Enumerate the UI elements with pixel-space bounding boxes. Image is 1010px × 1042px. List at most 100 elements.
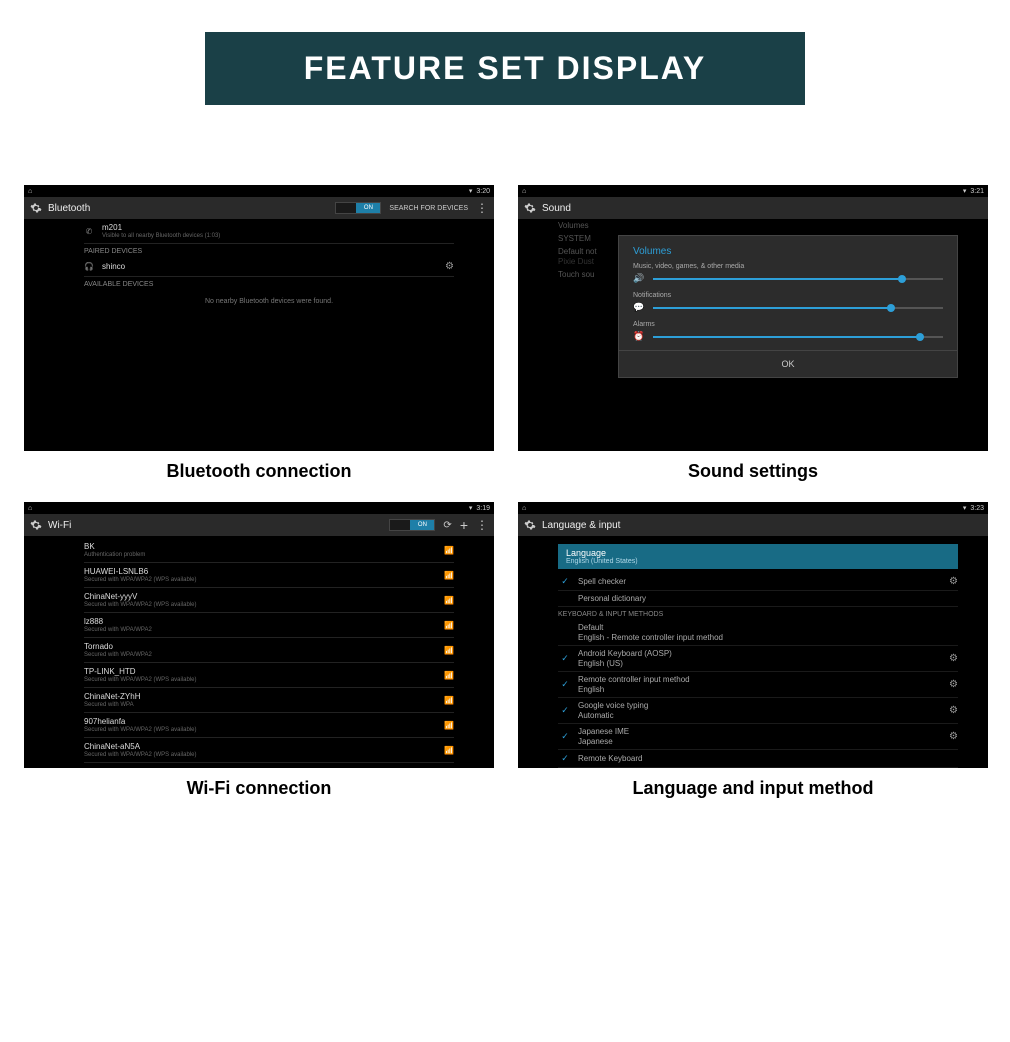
screenshot-grid: ⌂ ▾3:20 Bluetooth ON SEARCH FOR DEVICES … <box>0 105 1010 819</box>
notif-slider[interactable] <box>653 307 943 309</box>
settings-icon[interactable]: ⚙ <box>949 731 958 742</box>
caption-wifi: Wi-Fi connection <box>24 778 494 799</box>
caption-sound: Sound settings <box>518 461 988 482</box>
header-wifi: Wi-Fi ON ⟳ + ⋮ <box>24 514 494 536</box>
wifi-signal-icon: 📶 <box>444 746 454 755</box>
banner-title: FEATURE SET DISPLAY <box>205 32 805 105</box>
wifi-network-row[interactable]: TornadoSecured with WPA/WPA2📶 <box>84 638 454 663</box>
clock: 3:23 <box>970 505 984 512</box>
keyboard-section: KEYBOARD & INPUT METHODS <box>558 607 958 620</box>
page-title: Language & input <box>542 520 620 531</box>
wifi-signal-icon: 📶 <box>444 721 454 730</box>
page-title: Wi-Fi <box>48 520 71 531</box>
cell-bluetooth: ⌂ ▾3:20 Bluetooth ON SEARCH FOR DEVICES … <box>24 185 494 482</box>
header-sound: Sound <box>518 197 988 219</box>
wifi-signal-icon: 📶 <box>444 696 454 705</box>
settings-icon[interactable]: ⚙ <box>949 705 958 716</box>
wifi-signal-icon: 📶 <box>444 621 454 630</box>
input-method-row[interactable]: ✓Japanese IMEJapanese⚙ <box>558 724 958 750</box>
media-slider[interactable] <box>653 278 943 280</box>
spell-checker-row[interactable]: ✓Spell checker ⚙ <box>558 573 958 591</box>
check-icon: ✓ <box>558 705 572 716</box>
device-self-row[interactable]: ✆m201Visible to all nearby Bluetooth dev… <box>84 219 454 244</box>
speaker-icon: 🔊 <box>633 273 645 284</box>
wifi-network-row[interactable]: ChinaNet-ZYhHSecured with WPA📶 <box>84 688 454 713</box>
wifi-signal-icon: 📶 <box>444 646 454 655</box>
home-icon: ⌂ <box>28 505 32 512</box>
wifi-network-row[interactable]: ChinaNet-aN5ASecured with WPA/WPA2 (WPS … <box>84 738 454 763</box>
gear-icon <box>30 202 42 214</box>
gear-icon <box>524 202 536 214</box>
wifi-network-row[interactable]: lz888Secured with WPA/WPA2📶 <box>84 613 454 638</box>
check-icon: ✓ <box>558 576 572 587</box>
home-icon: ⌂ <box>522 505 526 512</box>
wifi-toggle[interactable]: ON <box>389 519 435 531</box>
clock: 3:19 <box>476 505 490 512</box>
input-method-row[interactable]: ✓Android Keyboard (AOSP)English (US)⚙ <box>558 646 958 672</box>
screen-bluetooth: ⌂ ▾3:20 Bluetooth ON SEARCH FOR DEVICES … <box>24 185 494 451</box>
add-network-icon[interactable]: + <box>460 517 468 533</box>
refresh-icon[interactable]: ⟳ <box>443 520 451 531</box>
check-icon: ✓ <box>558 731 572 742</box>
page-title: Sound <box>542 203 571 214</box>
wifi-network-row[interactable]: ChinaNet-s4RuSecured with WPA/WPA2📶 <box>84 763 454 768</box>
wifi-network-row[interactable]: 907helianfaSecured with WPA/WPA2 (WPS av… <box>84 713 454 738</box>
language-row[interactable]: LanguageEnglish (United States) <box>558 544 958 569</box>
bluetooth-toggle[interactable]: ON <box>335 202 381 214</box>
settings-icon[interactable]: ⚙ <box>949 653 958 664</box>
wifi-signal-icon: 📶 <box>444 671 454 680</box>
statusbar: ⌂ ▾3:21 <box>518 185 988 197</box>
alarm-icon: ⏰ <box>633 331 645 342</box>
no-devices-text: No nearby Bluetooth devices were found. <box>84 290 454 313</box>
wifi-status-icon: ▾ <box>963 187 967 195</box>
default-kbd-row[interactable]: DefaultEnglish - Remote controller input… <box>558 620 958 646</box>
wifi-signal-icon: 📶 <box>444 571 454 580</box>
caption-bluetooth: Bluetooth connection <box>24 461 494 482</box>
cell-lang: ⌂ ▾3:23 Language & input LanguageEnglish… <box>518 502 988 799</box>
wifi-network-row[interactable]: BKAuthentication problem📶 <box>84 538 454 563</box>
wifi-network-row[interactable]: TP-LINK_HTDSecured with WPA/WPA2 (WPS av… <box>84 663 454 688</box>
check-icon: ✓ <box>558 679 572 690</box>
input-method-row[interactable]: ✓Remote Keyboard <box>558 750 958 768</box>
wifi-signal-icon: 📶 <box>444 546 454 555</box>
check-icon: ✓ <box>558 753 572 764</box>
wifi-network-row[interactable]: ChinaNet-yyyVSecured with WPA/WPA2 (WPS … <box>84 588 454 613</box>
header-lang: Language & input <box>518 514 988 536</box>
clock: 3:21 <box>970 188 984 195</box>
wifi-status-icon: ▾ <box>469 187 473 195</box>
settings-icon[interactable]: ⚙ <box>949 679 958 690</box>
wifi-signal-icon: 📶 <box>444 596 454 605</box>
notif-label: Notifications <box>633 292 943 299</box>
overflow-menu-icon[interactable]: ⋮ <box>476 521 488 529</box>
device-settings-icon[interactable]: ⚙ <box>445 261 454 272</box>
home-icon: ⌂ <box>28 188 32 195</box>
search-devices-button[interactable]: SEARCH FOR DEVICES <box>389 205 468 212</box>
wifi-status-icon: ▾ <box>469 504 473 512</box>
volumes-row: Volumes <box>558 219 948 232</box>
personal-dict-row[interactable]: Personal dictionary <box>558 591 958 607</box>
input-method-row[interactable]: ✓Google voice typingAutomatic⚙ <box>558 698 958 724</box>
alarm-slider[interactable] <box>653 336 943 338</box>
screen-wifi: ⌂ ▾3:19 Wi-Fi ON ⟳ + ⋮ BKAuthentication … <box>24 502 494 768</box>
caption-lang: Language and input method <box>518 778 988 799</box>
header-bluetooth: Bluetooth ON SEARCH FOR DEVICES ⋮ <box>24 197 494 219</box>
volumes-dialog: Volumes Music, video, games, & other med… <box>618 235 958 378</box>
media-label: Music, video, games, & other media <box>633 263 943 270</box>
wifi-status-icon: ▾ <box>963 504 967 512</box>
page-title: Bluetooth <box>48 203 90 214</box>
ok-button[interactable]: OK <box>619 350 957 377</box>
chat-icon: 💬 <box>633 302 645 313</box>
paired-section: PAIRED DEVICES <box>84 244 454 257</box>
paired-device-row[interactable]: 🎧shinco ⚙ <box>84 257 454 277</box>
statusbar: ⌂ ▾3:20 <box>24 185 494 197</box>
dialog-title: Volumes <box>633 246 943 257</box>
wifi-network-row[interactable]: HUAWEI-LSNLB6Secured with WPA/WPA2 (WPS … <box>84 563 454 588</box>
screen-lang: ⌂ ▾3:23 Language & input LanguageEnglish… <box>518 502 988 768</box>
input-method-row[interactable]: ✓Remote controller input methodEnglish⚙ <box>558 672 958 698</box>
alarm-label: Alarms <box>633 321 943 328</box>
gear-icon <box>30 519 42 531</box>
settings-icon[interactable]: ⚙ <box>949 576 958 587</box>
phone-icon: ✆ <box>84 226 94 236</box>
overflow-menu-icon[interactable]: ⋮ <box>476 204 488 212</box>
available-section: AVAILABLE DEVICES <box>84 277 454 290</box>
